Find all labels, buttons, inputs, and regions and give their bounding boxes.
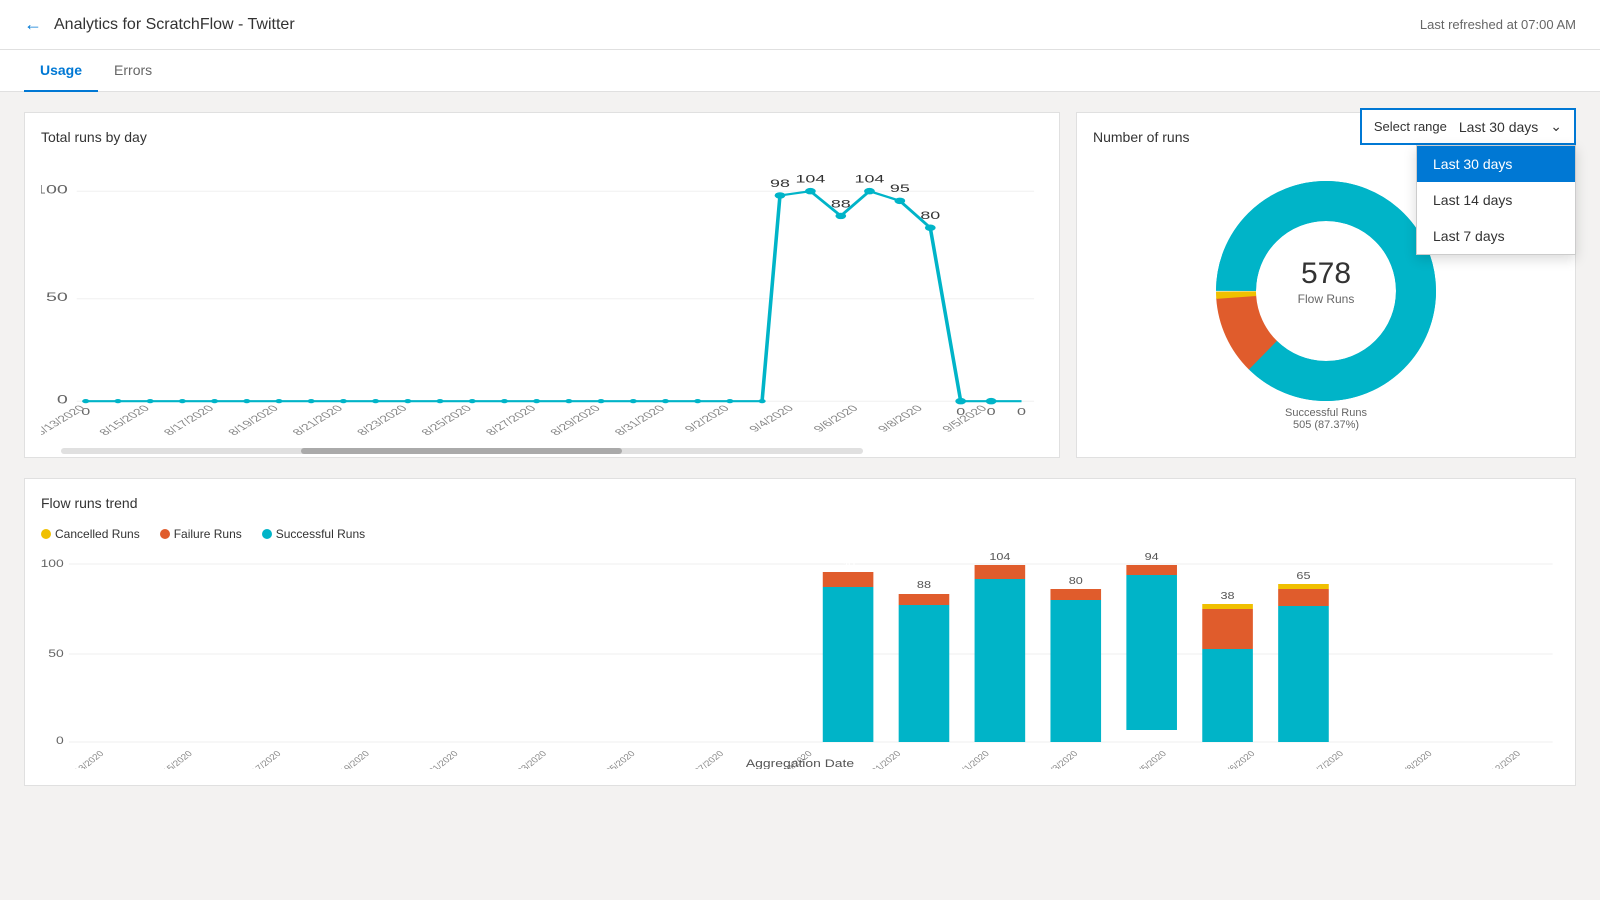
legend-successful: Successful Runs	[262, 527, 365, 541]
chevron-down-icon: ⌄	[1550, 118, 1562, 135]
svg-text:9/5/2020: 9/5/2020	[1133, 749, 1169, 769]
svg-text:8/8/2020: 8/8/2020	[1398, 749, 1434, 769]
svg-text:104: 104	[795, 174, 825, 186]
successful-label: Successful Runs	[276, 527, 365, 541]
bar-chart-svg: 100 50 0 98	[41, 549, 1559, 769]
svg-text:8/21/2020: 8/21/2020	[289, 403, 346, 438]
svg-text:9/1/2020: 9/1/2020	[956, 749, 992, 769]
svg-text:80: 80	[920, 210, 940, 222]
svg-text:8/17/2020: 8/17/2020	[243, 749, 283, 769]
svg-text:104: 104	[855, 174, 885, 186]
svg-text:98: 98	[770, 178, 790, 190]
svg-text:9/8/2020: 9/8/2020	[874, 403, 926, 434]
svg-text:8/15/2020: 8/15/2020	[96, 403, 153, 438]
page-title: Analytics for ScratchFlow - Twitter	[54, 16, 295, 34]
trend-legend: Cancelled Runs Failure Runs Successful R…	[41, 527, 1559, 541]
svg-text:80: 80	[1069, 576, 1083, 587]
cancelled-dot	[41, 529, 51, 539]
svg-text:8/31/2020: 8/31/2020	[863, 749, 903, 769]
total-runs-title: Total runs by day	[41, 129, 1043, 145]
svg-text:0: 0	[987, 406, 996, 417]
header: ← Analytics for ScratchFlow - Twitter La…	[0, 0, 1600, 50]
svg-text:8/19/2020: 8/19/2020	[332, 749, 372, 769]
successful-dot	[262, 529, 272, 539]
svg-text:9/6/2020: 9/6/2020	[810, 403, 862, 434]
svg-text:8/15/2020: 8/15/2020	[155, 749, 195, 769]
svg-text:8/23/2020: 8/23/2020	[353, 403, 410, 438]
legend-cancelled: Cancelled Runs	[41, 527, 140, 541]
svg-text:94: 94	[1145, 552, 1159, 563]
svg-text:Flow Runs: Flow Runs	[1298, 292, 1355, 306]
range-option-30[interactable]: Last 30 days	[1417, 146, 1575, 182]
range-dropdown: Last 30 days Last 14 days Last 7 days	[1416, 145, 1576, 255]
bar-chart: 100 50 0 98	[41, 549, 1559, 769]
tab-errors[interactable]: Errors	[98, 50, 168, 92]
svg-text:8/25/2020: 8/25/2020	[597, 749, 637, 769]
svg-text:8/27/2020: 8/27/2020	[686, 749, 726, 769]
svg-text:8/27/2020: 8/27/2020	[482, 403, 539, 438]
range-option-14[interactable]: Last 14 days	[1417, 182, 1575, 218]
svg-text:9/3/2020: 9/3/2020	[1044, 749, 1080, 769]
line-chart: 100 50 0	[41, 161, 1043, 441]
total-runs-card: Total runs by day 100 50 0	[24, 112, 1060, 458]
svg-text:0: 0	[1017, 406, 1026, 417]
flow-runs-trend-card: Flow runs trend Cancelled Runs Failure R…	[24, 478, 1576, 786]
svg-text:50: 50	[48, 647, 63, 659]
svg-text:98: 98	[841, 558, 855, 569]
range-selector[interactable]: Select range Last 30 days ⌄ Last 30 days…	[1360, 108, 1576, 145]
svg-text:578: 578	[1301, 257, 1351, 290]
legend-failure: Failure Runs	[160, 527, 242, 541]
range-current: Last 30 days	[1459, 119, 1538, 135]
svg-text:9/6/2020: 9/6/2020	[1221, 749, 1257, 769]
range-label: Select range	[1374, 119, 1447, 134]
svg-text:88: 88	[917, 580, 931, 591]
svg-text:50: 50	[46, 291, 68, 304]
svg-text:9/7/2020: 9/7/2020	[1310, 749, 1346, 769]
svg-text:8/19/2020: 8/19/2020	[225, 403, 282, 438]
svg-text:65: 65	[1296, 571, 1310, 582]
svg-text:9/2/2020: 9/2/2020	[681, 403, 733, 434]
svg-text:8/13/2020: 8/13/2020	[41, 403, 89, 438]
last-refreshed: Last refreshed at 07:00 AM	[1420, 17, 1576, 32]
failure-dot	[160, 529, 170, 539]
content: Select range Last 30 days ⌄ Last 30 days…	[0, 92, 1600, 806]
svg-text:0: 0	[56, 734, 64, 746]
svg-text:104: 104	[989, 552, 1010, 563]
svg-text:88: 88	[831, 199, 851, 211]
svg-text:100: 100	[41, 557, 64, 569]
svg-text:0: 0	[57, 393, 68, 406]
failure-label: Failure Runs	[174, 527, 242, 541]
svg-text:8/13/2020: 8/13/2020	[66, 749, 106, 769]
range-selector-box[interactable]: Select range Last 30 days ⌄	[1360, 108, 1576, 145]
svg-text:9/12/2020: 9/12/2020	[1483, 749, 1523, 769]
trend-title: Flow runs trend	[41, 495, 1559, 511]
back-button[interactable]: ←	[24, 14, 42, 35]
tabs-row: Usage Errors	[0, 50, 1600, 92]
tab-usage[interactable]: Usage	[24, 50, 98, 92]
svg-text:9/4/2020: 9/4/2020	[746, 403, 798, 434]
donut-bottom-legend: Successful Runs505 (87.37%)	[1285, 407, 1367, 431]
svg-text:8/25/2020: 8/25/2020	[418, 403, 475, 438]
svg-text:38: 38	[1221, 591, 1235, 602]
svg-text:8/21/2020: 8/21/2020	[420, 749, 460, 769]
charts-row: Total runs by day 100 50 0	[24, 112, 1576, 458]
svg-text:Aggregation Date: Aggregation Date	[746, 757, 854, 769]
header-left: ← Analytics for ScratchFlow - Twitter	[24, 14, 295, 35]
line-chart-svg: 100 50 0	[41, 161, 1043, 441]
svg-text:8/23/2020: 8/23/2020	[509, 749, 549, 769]
svg-text:100: 100	[41, 183, 68, 196]
svg-text:8/29/2020: 8/29/2020	[547, 403, 604, 438]
cancelled-label: Cancelled Runs	[55, 527, 140, 541]
range-option-7[interactable]: Last 7 days	[1417, 218, 1575, 254]
svg-text:8/31/2020: 8/31/2020	[611, 403, 668, 438]
svg-text:8/17/2020: 8/17/2020	[160, 403, 217, 438]
svg-text:95: 95	[890, 183, 910, 195]
